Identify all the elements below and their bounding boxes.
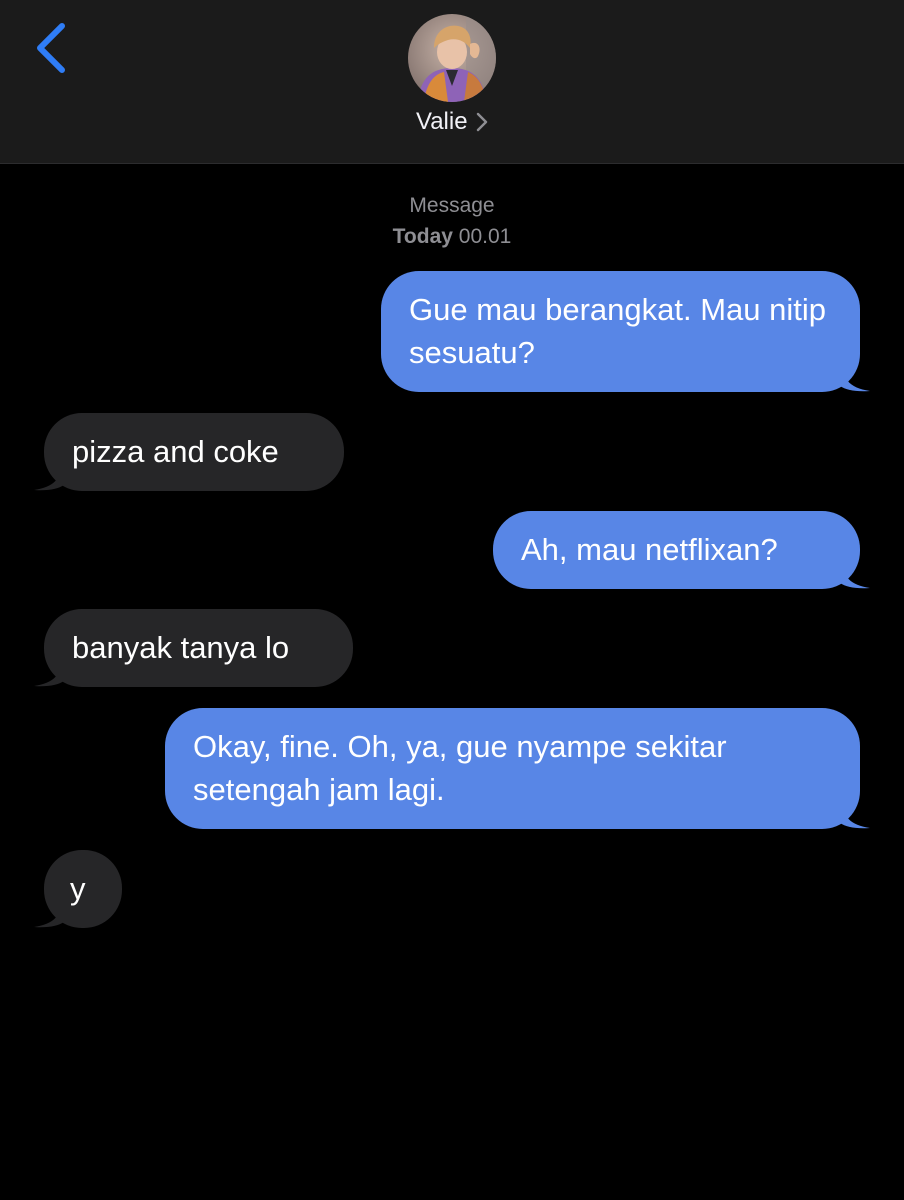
contact-name-button[interactable]: Valie: [0, 108, 904, 136]
bubble-tail: [840, 801, 870, 829]
message-bubble-sent[interactable]: Gue mau berangkat. Mau nitip sesuatu?: [381, 271, 870, 392]
thread-timestamp: Message Today 00.01: [0, 190, 904, 252]
service-label: Message: [409, 194, 495, 217]
date-label: Today: [392, 225, 453, 248]
message-text: Gue mau berangkat. Mau nitip sesuatu?: [409, 292, 827, 370]
chevron-left-icon: [37, 23, 65, 73]
date-time-label: Today 00.01: [0, 221, 904, 252]
message-text: pizza and coke: [72, 434, 279, 469]
message-bubble-received[interactable]: pizza and coke: [34, 413, 344, 491]
message-text: Ah, mau netflixan?: [521, 532, 778, 567]
bubble-tail: [34, 659, 64, 687]
message-bubble-received[interactable]: banyak tanya lo: [34, 609, 353, 687]
message-text: Okay, fine. Oh, ya, gue nyampe sekitar s…: [193, 729, 727, 807]
message-text: banyak tanya lo: [72, 630, 290, 665]
message-bubble-sent[interactable]: Okay, fine. Oh, ya, gue nyampe sekitar s…: [165, 708, 870, 829]
contact-name: Valie: [415, 108, 468, 135]
avatar-photo: [408, 14, 496, 102]
message-text: y: [70, 871, 86, 906]
bubble-tail: [34, 900, 64, 928]
bubble-tail: [840, 561, 870, 589]
conversation-header: Valie: [0, 0, 904, 164]
message-bubble-sent[interactable]: Ah, mau netflixan?: [493, 511, 870, 589]
time-label: 00.01: [458, 225, 512, 248]
contact-avatar[interactable]: [408, 14, 496, 102]
message-bubble-received[interactable]: y: [34, 850, 122, 928]
chevron-right-icon: [476, 112, 488, 132]
bubble-tail: [840, 364, 870, 392]
back-button[interactable]: [26, 20, 76, 76]
bubble-tail: [34, 463, 64, 491]
